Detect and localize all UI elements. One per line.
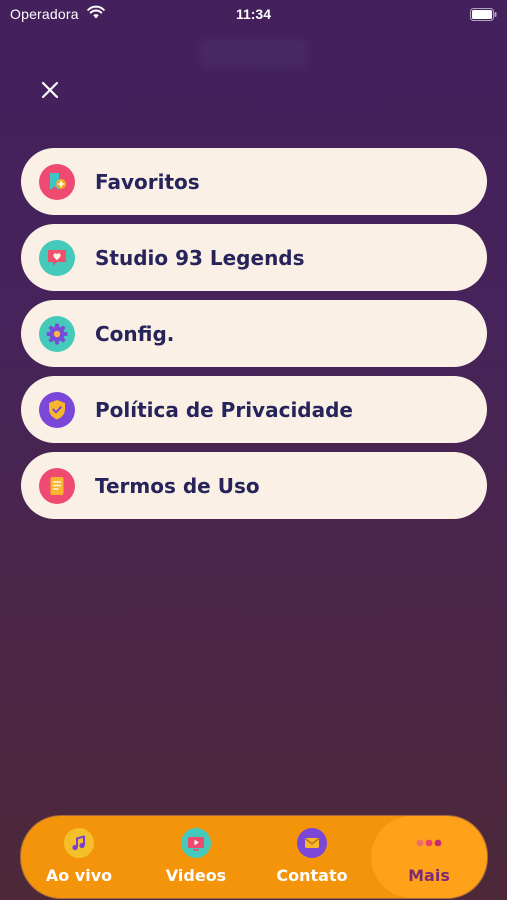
menu-list: Favoritos Studio 93 Legends Config. Polí… [21,148,487,528]
heart-chat-icon [39,239,75,276]
bookmark-icon [39,163,75,200]
battery-icon [470,8,497,21]
tab-label: Mais [408,866,450,885]
tab-mais[interactable]: Mais [371,816,487,898]
menu-item-label: Studio 93 Legends [95,245,305,270]
tab-label: Videos [165,866,227,885]
document-icon [39,467,75,504]
tab-contato[interactable]: Contato [254,816,370,898]
more-dots-icon [414,828,444,858]
menu-item-label: Favoritos [95,169,200,194]
tab-label: Contato [276,866,348,885]
menu-item-studio-93-legends[interactable]: Studio 93 Legends [21,224,487,291]
status-time: 11:34 [235,6,272,22]
menu-item-label: Política de Privacidade [95,397,353,422]
gear-icon [39,315,75,352]
tab-videos[interactable]: Videos [138,816,254,898]
menu-item-termos-de-uso[interactable]: Termos de Uso [21,452,487,519]
menu-item-label: Termos de Uso [95,473,260,498]
close-icon [41,81,59,99]
menu-item-label: Config. [95,321,175,346]
video-player-icon [181,828,211,858]
menu-item-config[interactable]: Config. [21,300,487,367]
status-bar: Operadora 11:34 [0,0,507,30]
shield-icon [39,391,75,428]
envelope-icon [297,828,327,858]
close-button[interactable] [34,74,66,106]
menu-item-politica-de-privacidade[interactable]: Política de Privacidade [21,376,487,443]
menu-item-favoritos[interactable]: Favoritos [21,148,487,215]
tab-ao-vivo[interactable]: Ao vivo [21,816,137,898]
background-logo [200,38,308,68]
tab-label: Ao vivo [45,866,113,885]
tab-bar: Ao vivo Videos Contato Mais [21,816,487,898]
music-note-icon [64,828,94,858]
